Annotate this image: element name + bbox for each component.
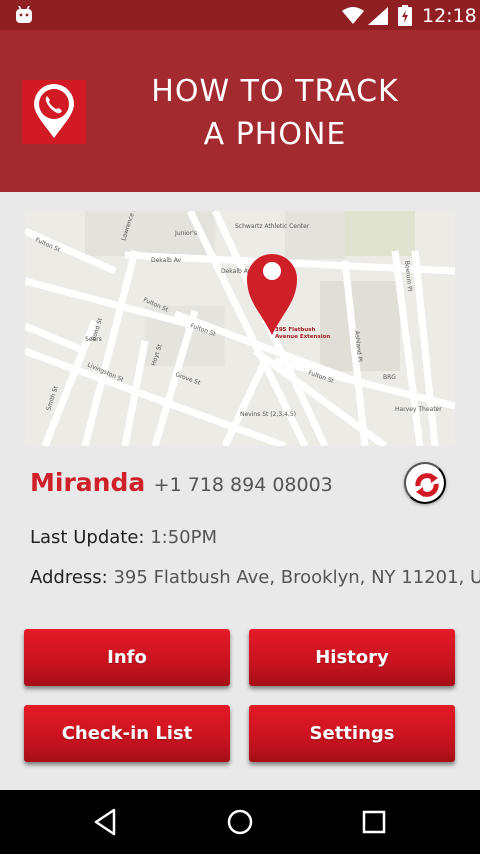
status-bar: 12:18 [0, 0, 480, 30]
location-map[interactable]: Fulton St Dekalb Av Dekalb Av Fulton St … [25, 211, 455, 446]
contact-row: Miranda +1 718 894 08003 [30, 468, 410, 502]
contact-name: Miranda [30, 468, 146, 497]
refresh-button[interactable] [404, 462, 446, 504]
status-clock: 12:18 [422, 5, 477, 27]
last-update-label: Last Update: [30, 527, 145, 548]
app-title-line-2: A PHONE [203, 117, 347, 152]
signal-icon [368, 7, 388, 25]
android-icon [16, 6, 32, 23]
map-label-dekalb-av-2: Dekalb Av [221, 268, 251, 275]
map-label-dekalb-av-1: Dekalb Av [151, 257, 181, 264]
map-label-schwartz-center: Schwartz Athletic Center [235, 223, 310, 230]
location-phone-icon [22, 80, 86, 144]
map-label-sears: Sears [85, 336, 102, 343]
map-label-juniors: Junior's [174, 230, 197, 237]
history-button[interactable]: History [249, 629, 455, 686]
app-header: HOW TO TRACK A PHONE [0, 30, 480, 192]
last-update-row: Last Update: 1:50PM [30, 527, 217, 548]
address-value: 395 Flatbush Ave, Brooklyn, NY 11201, US [113, 567, 480, 588]
map-label-harvey-theater: Harvey Theater [395, 406, 442, 413]
info-button[interactable]: Info [24, 629, 230, 686]
home-icon[interactable] [224, 806, 256, 838]
map-label-brg: BRG [383, 374, 396, 381]
contact-phone: +1 718 894 08003 [153, 474, 333, 496]
app-title-line-1: HOW TO TRACK [151, 74, 399, 109]
map-label-nevins-st: Nevins St (2,3,4,5) [240, 411, 296, 418]
wifi-icon [342, 7, 364, 24]
back-icon[interactable] [90, 806, 122, 838]
system-nav-bar [0, 790, 480, 854]
address-row: Address: 395 Flatbush Ave, Brooklyn, NY … [30, 567, 480, 588]
refresh-icon [415, 473, 439, 497]
recents-icon[interactable] [358, 806, 390, 838]
address-label: Address: [30, 567, 108, 588]
last-update-value: 1:50PM [150, 527, 218, 548]
checkin-list-button[interactable]: Check-in List [24, 705, 230, 762]
map-pin-label-2: Avenue Extension [275, 334, 330, 340]
settings-button[interactable]: Settings [249, 705, 455, 762]
battery-icon [398, 5, 412, 26]
app-title: HOW TO TRACK A PHONE [110, 70, 440, 156]
map-pin-label-1: 395 Flatbush [275, 327, 316, 333]
